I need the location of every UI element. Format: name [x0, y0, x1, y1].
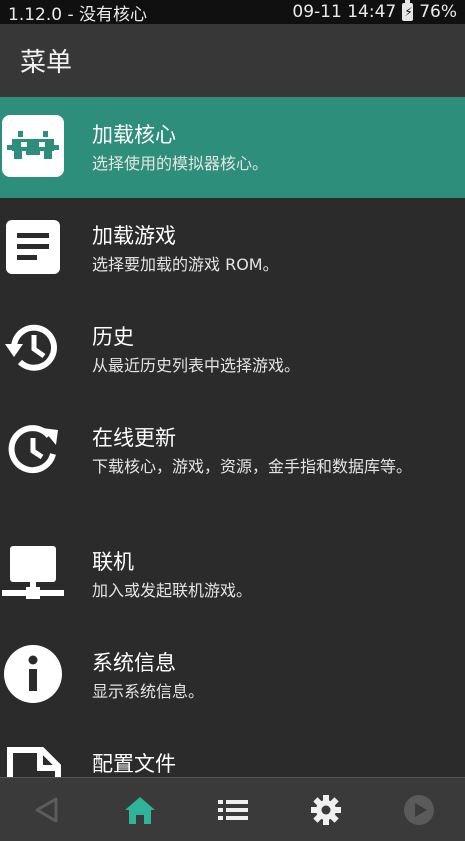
menu-item-label: 历史	[92, 325, 134, 349]
document-icon	[2, 216, 64, 278]
play-circle-icon	[403, 794, 434, 825]
bottom-navigation	[0, 777, 465, 841]
main-menu: 加载核心 选择使用的模拟器核心。 加载游戏 选择要加载的游戏 ROM。 历史 从…	[0, 97, 465, 777]
playlists-button[interactable]	[211, 788, 255, 832]
history-icon	[2, 317, 64, 379]
retroarch-invader-icon	[2, 115, 64, 177]
home-icon	[124, 796, 155, 824]
app-header: 菜单	[0, 24, 465, 97]
menu-item-label: 加载核心	[92, 123, 176, 147]
menu-item-load-core[interactable]: 加载核心 选择使用的模拟器核心。	[0, 97, 465, 198]
menu-item-config-file[interactable]: 配置文件	[0, 726, 465, 777]
status-bar: 1.12.0 - 没有核心 09-11 14:47 ⚡ 76%	[0, 0, 465, 25]
home-button[interactable]	[118, 788, 162, 832]
gear-icon	[310, 794, 341, 825]
menu-item-label: 系统信息	[92, 651, 176, 675]
menu-item-load-content[interactable]: 加载游戏 选择要加载的游戏 ROM。	[0, 198, 465, 299]
page-title: 菜单	[20, 48, 73, 78]
battery-level: 76%	[419, 2, 457, 22]
menu-item-description: 从最近历史列表中选择游戏。	[92, 356, 301, 375]
menu-item-description: 下载核心，游戏，资源，金手指和数据库等。	[92, 457, 413, 476]
status-app-text: 1.12.0 - 没有核心	[8, 4, 148, 25]
menu-item-label: 联机	[92, 550, 134, 574]
menu-item-description: 加入或发起联机游戏。	[92, 581, 253, 600]
network-icon	[2, 542, 64, 604]
settings-button[interactable]	[304, 788, 348, 832]
menu-item-system-info[interactable]: 系统信息 显示系统信息。	[0, 625, 465, 726]
status-time: 09-11 14:47	[292, 2, 397, 22]
menu-item-label: 在线更新	[92, 426, 176, 450]
menu-item-description: 显示系统信息。	[92, 682, 205, 701]
menu-item-label: 配置文件	[92, 752, 176, 776]
back-arrow-icon	[35, 797, 57, 822]
list-icon	[217, 799, 248, 820]
menu-item-history[interactable]: 历史 从最近历史列表中选择游戏。	[0, 299, 465, 400]
config-file-icon	[2, 744, 64, 777]
menu-item-netplay[interactable]: 联机 加入或发起联机游戏。	[0, 524, 465, 625]
info-icon	[2, 643, 64, 705]
menu-item-description: 选择要加载的游戏 ROM。	[92, 255, 279, 274]
menu-item-label: 加载游戏	[92, 224, 176, 248]
update-icon	[2, 418, 64, 480]
menu-item-online-updater[interactable]: 在线更新 下载核心，游戏，资源，金手指和数据库等。	[0, 400, 465, 524]
menu-item-description: 选择使用的模拟器核心。	[92, 154, 269, 173]
back-button[interactable]	[25, 788, 69, 832]
battery-charging-icon: ⚡	[402, 0, 414, 21]
run-content-button[interactable]	[397, 788, 441, 832]
